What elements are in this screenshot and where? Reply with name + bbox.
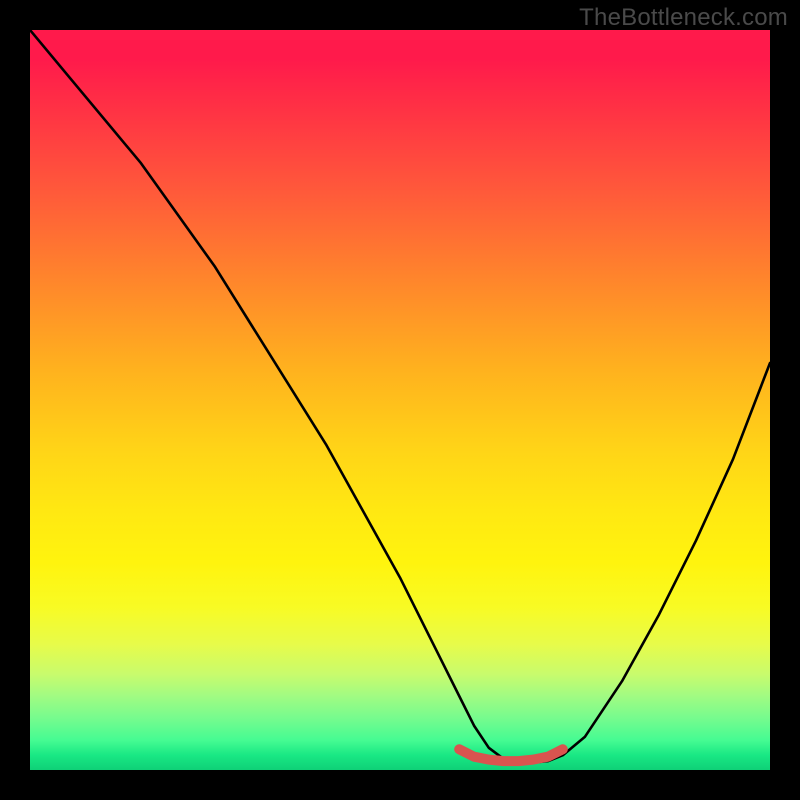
chart-frame: TheBottleneck.com [0, 0, 800, 800]
watermark-text: TheBottleneck.com [579, 4, 788, 32]
plot-area [30, 30, 770, 770]
bottleneck-curve [30, 30, 770, 763]
optimal-flat-segment [459, 749, 563, 761]
chart-svg [30, 30, 770, 770]
